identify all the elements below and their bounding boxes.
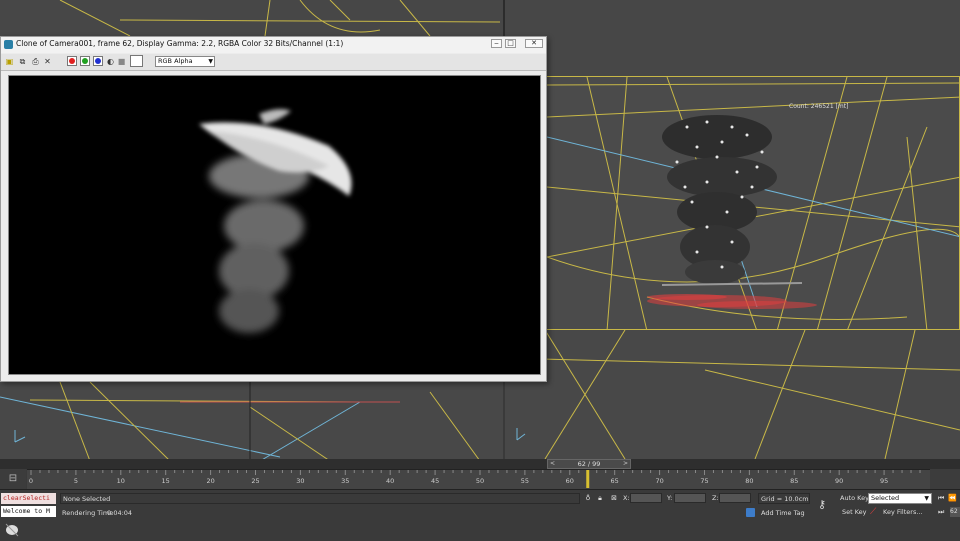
track-tick-label: 80 xyxy=(745,477,753,485)
track-tick-label: 25 xyxy=(251,477,259,485)
track-tick-label: 10 xyxy=(117,477,125,485)
viewport-perspective[interactable]: Count: 246521 [mt] xyxy=(546,76,960,330)
track-tick-label: 45 xyxy=(431,477,439,485)
viewport-right-top[interactable] xyxy=(505,0,960,76)
print-icon[interactable]: ⎙ xyxy=(31,57,40,66)
track-tick-label: 55 xyxy=(521,477,529,485)
selection-status: None Selected xyxy=(60,493,580,504)
y-label: Y: xyxy=(667,494,673,502)
current-frame-field[interactable]: 62 xyxy=(950,507,960,517)
status-bar: clearSelecti Welcome to M None Selected … xyxy=(0,489,960,541)
add-time-tag-button[interactable]: Add Time Tag xyxy=(761,509,805,517)
viewport-bottom-right[interactable] xyxy=(505,330,960,459)
x-coordinate-field[interactable] xyxy=(630,493,662,503)
restore-button[interactable]: □ xyxy=(505,39,516,48)
track-tick-label: 0 xyxy=(29,477,33,485)
frame-window-titlebar[interactable]: Clone of Camera001, frame 62, Display Ga… xyxy=(1,37,546,53)
3dsmax-icon xyxy=(4,40,13,49)
alpha-toggle-icon[interactable]: ◐ xyxy=(106,57,115,66)
viewport-right-top-grid xyxy=(505,0,960,76)
close-button[interactable]: ✕ xyxy=(525,39,543,48)
copy-icon[interactable]: ⧉ xyxy=(18,57,27,66)
frame-window-toolbar: ▣ ⧉ ⎙ ✕ ◐ ■ RGB Alpha ▼ xyxy=(1,54,546,71)
y-coordinate-field[interactable] xyxy=(674,493,706,503)
red-channel-toggle[interactable] xyxy=(67,56,77,66)
set-key-button[interactable]: Set Key xyxy=(842,508,867,516)
time-slider-prev[interactable]: < xyxy=(550,460,555,468)
track-tick-label: 35 xyxy=(341,477,349,485)
track-tick-label: 30 xyxy=(296,477,304,485)
track-bar-right-panel xyxy=(930,469,960,489)
teapot-icon xyxy=(5,523,19,537)
key-selection-set-select[interactable]: Selected ▼ xyxy=(868,493,932,504)
save-icon[interactable]: ▣ xyxy=(5,57,14,66)
go-to-start-icon[interactable]: ⏮ xyxy=(938,494,944,503)
render-time-label: Rendering Time xyxy=(62,509,114,517)
auto-key-button[interactable]: Auto Key xyxy=(840,494,869,502)
lock-icon[interactable]: 🔒︎ xyxy=(596,494,604,502)
z-label: Z: xyxy=(712,494,719,502)
channel-select[interactable]: RGB Alpha ▼ xyxy=(155,56,215,67)
key-icon[interactable]: ⚷ xyxy=(818,498,826,511)
isolate-icon[interactable]: ♁ xyxy=(584,494,592,502)
rendered-frame-window[interactable]: Clone of Camera001, frame 62, Display Ga… xyxy=(0,36,547,382)
minimize-button[interactable]: ‒ xyxy=(491,39,502,48)
viewport-bottom-left-grid xyxy=(0,382,481,461)
particle-count-label: Count: 246521 [mt] xyxy=(789,103,849,110)
track-bar-ruler: 0 5 10 15 20 25 30 35 40 45 50 55 60 65 70 75 80 85 90 95 xyxy=(29,470,921,488)
perspective-scene xyxy=(547,77,959,329)
clear-icon[interactable]: ✕ xyxy=(43,57,52,66)
track-tick-label: 5 xyxy=(74,477,78,485)
key-selection-set-value: Selected xyxy=(871,494,900,502)
track-tick-label: 85 xyxy=(790,477,798,485)
grid-size-label: Grid = 10.0cm xyxy=(758,493,810,504)
rendered-tornado xyxy=(199,109,352,333)
viewport-bottom-right-grid xyxy=(505,330,960,459)
maxscript-listener-input[interactable]: clearSelecti xyxy=(1,493,56,504)
track-tick-label: 70 xyxy=(655,477,663,485)
channel-select-value: RGB Alpha xyxy=(158,57,193,65)
track-bar[interactable]: 0 5 10 15 20 25 30 35 40 45 50 55 60 65 70 75 80 85 90 95 xyxy=(27,469,930,490)
rendered-image xyxy=(8,75,541,375)
x-label: X: xyxy=(623,494,630,502)
track-tick-label: 65 xyxy=(611,477,619,485)
z-coordinate-field[interactable] xyxy=(719,493,751,503)
blue-channel-toggle[interactable] xyxy=(93,56,103,66)
viewport-bottom-left[interactable] xyxy=(0,380,503,461)
key-filters-icon[interactable]: ⟋ xyxy=(870,507,876,517)
prev-frame-icon[interactable]: ⏪ xyxy=(948,494,957,502)
key-filters-button[interactable]: Key Filters... xyxy=(883,508,923,516)
render-time-value: 0:04:04 xyxy=(107,509,133,517)
time-slider-track xyxy=(0,459,960,469)
monochrome-icon[interactable]: ■ xyxy=(117,57,126,66)
track-tick-label: 20 xyxy=(206,477,214,485)
track-tick-label: 15 xyxy=(162,477,170,485)
maxscript-listener-output[interactable]: Welcome to M xyxy=(1,506,56,517)
track-tick-label: 60 xyxy=(566,477,574,485)
chevron-down-icon: ▼ xyxy=(208,58,213,65)
absolute-mode-icon[interactable]: ⊠ xyxy=(610,494,618,502)
track-tick-label: 75 xyxy=(700,477,708,485)
track-tick-label: 90 xyxy=(835,477,843,485)
track-bar-toggle-icon[interactable]: ⊟ xyxy=(0,469,26,489)
time-slider[interactable]: < 62 / 99 > xyxy=(547,459,631,469)
green-channel-toggle[interactable] xyxy=(80,56,90,66)
track-tick-label: 50 xyxy=(476,477,484,485)
chevron-down-icon: ▼ xyxy=(924,495,929,502)
go-to-end-icon[interactable]: ⏭ xyxy=(938,508,944,517)
time-slider-next[interactable]: > xyxy=(623,460,628,468)
time-slider-label: 62 / 99 xyxy=(577,460,601,468)
frame-window-title: Clone of Camera001, frame 62, Display Ga… xyxy=(16,39,344,48)
time-tag-icon[interactable] xyxy=(746,508,755,517)
color-swatch[interactable] xyxy=(130,55,143,67)
current-frame-marker[interactable] xyxy=(586,470,590,488)
track-tick-label: 40 xyxy=(386,477,394,485)
track-tick-label: 95 xyxy=(880,477,888,485)
red-ground-particles xyxy=(647,294,817,309)
